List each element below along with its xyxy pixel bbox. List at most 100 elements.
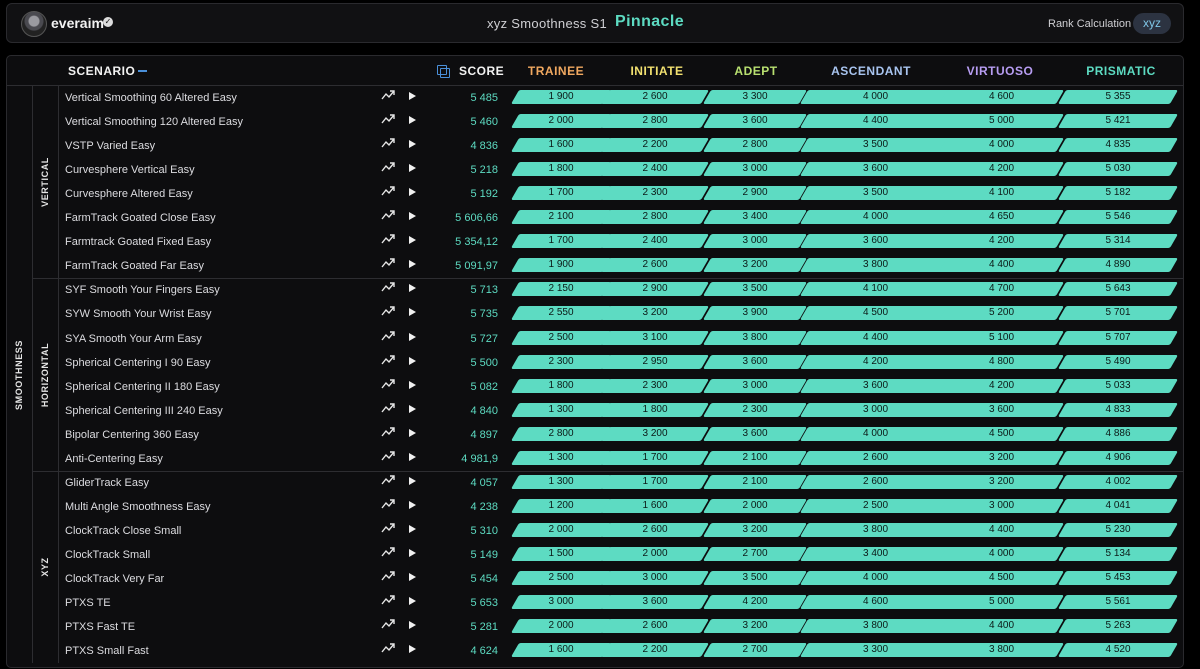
trend-icon[interactable] xyxy=(381,112,395,126)
table-row[interactable]: GliderTrack Easy 4 057 1 300 1 700 2 100 2 60… xyxy=(7,471,1183,495)
trend-icon[interactable] xyxy=(381,304,395,318)
scenario-name[interactable]: SYF Smooth Your Fingers Easy xyxy=(65,284,220,296)
trend-icon[interactable] xyxy=(381,88,395,102)
trend-icon[interactable] xyxy=(381,593,395,607)
table-row[interactable]: PTXS Small Fast 4 624 1 600 2 200 2 700 3 300… xyxy=(7,639,1183,663)
table-row[interactable]: PTXS TE 5 653 3 000 3 600 4 200 4 600 5 000 5 5… xyxy=(7,591,1183,615)
table-row[interactable]: Curvesphere Vertical Easy 5 218 1 800 2 400… xyxy=(7,158,1183,182)
play-icon[interactable] xyxy=(409,284,416,293)
play-icon[interactable] xyxy=(409,116,416,125)
play-icon[interactable] xyxy=(409,597,416,606)
scenario-name[interactable]: Curvesphere Altered Easy xyxy=(65,188,193,200)
scenario-name[interactable]: VSTP Varied Easy xyxy=(65,140,155,152)
trend-icon[interactable] xyxy=(381,617,395,631)
scenario-name[interactable]: FarmTrack Goated Far Easy xyxy=(65,260,204,272)
table-row[interactable]: ClockTrack Small 5 149 1 500 2 000 2 700 3 40… xyxy=(7,543,1183,567)
table-row[interactable]: Multi Angle Smoothness Easy 4 238 1 200 1 6… xyxy=(7,495,1183,519)
play-icon[interactable] xyxy=(409,356,416,365)
play-icon[interactable] xyxy=(409,380,416,389)
trend-icon[interactable] xyxy=(381,641,395,655)
trend-icon[interactable] xyxy=(381,569,395,583)
play-icon[interactable] xyxy=(409,548,416,557)
scenario-name[interactable]: Vertical Smoothing 120 Altered Easy xyxy=(65,116,243,128)
table-row[interactable]: Curvesphere Altered Easy 5 192 1 700 2 300 2… xyxy=(7,182,1183,206)
table-row[interactable]: ClockTrack Very Far 5 454 2 500 3 000 3 500 4… xyxy=(7,567,1183,591)
trend-icon[interactable] xyxy=(381,401,395,415)
trend-icon[interactable] xyxy=(381,160,395,174)
scenario-name[interactable]: ClockTrack Small xyxy=(65,549,150,561)
scenario-name[interactable]: Anti-Centering Easy xyxy=(65,453,163,465)
table-row[interactable]: FarmTrack Goated Close Easy 5 606,66 2 100… xyxy=(7,206,1183,230)
table-row[interactable]: SYF Smooth Your Fingers Easy 5 713 2 150 2 … xyxy=(7,278,1183,302)
play-icon[interactable] xyxy=(409,500,416,509)
scenario-name[interactable]: Farmtrack Goated Fixed Easy xyxy=(65,236,211,248)
trend-icon[interactable] xyxy=(381,329,395,343)
scenario-header[interactable]: SCENARIO xyxy=(68,64,135,78)
play-icon[interactable] xyxy=(409,428,416,437)
scenario-name[interactable]: Vertical Smoothing 60 Altered Easy xyxy=(65,92,237,104)
scenario-name[interactable]: SYA Smooth Your Arm Easy xyxy=(65,333,202,345)
table-row[interactable]: FarmTrack Goated Far Easy 5 091,97 1 900 2 … xyxy=(7,254,1183,278)
table-row[interactable]: Bipolar Centering 360 Easy 4 897 2 800 3 20… xyxy=(7,423,1183,447)
trend-icon[interactable] xyxy=(381,280,395,294)
play-icon[interactable] xyxy=(409,452,416,461)
rank-calculation-toggle[interactable]: xyz xyxy=(1133,13,1171,34)
table-row[interactable]: Vertical Smoothing 60 Altered Easy 5 485 1… xyxy=(7,86,1183,110)
play-icon[interactable] xyxy=(409,308,416,317)
scenario-name[interactable]: Spherical Centering I 90 Easy xyxy=(65,357,211,369)
play-icon[interactable] xyxy=(409,92,416,100)
trend-icon[interactable] xyxy=(381,136,395,150)
table-row[interactable]: Spherical Centering III 240 Easy 4 840 1 3… xyxy=(7,399,1183,423)
play-icon[interactable] xyxy=(409,260,416,269)
scenario-name[interactable]: Spherical Centering II 180 Easy xyxy=(65,381,220,393)
copy-icon[interactable] xyxy=(437,65,450,78)
trend-icon[interactable] xyxy=(381,545,395,559)
trend-icon[interactable] xyxy=(381,449,395,463)
trend-icon[interactable] xyxy=(381,473,395,487)
scenario-name[interactable]: FarmTrack Goated Close Easy xyxy=(65,212,216,224)
scenario-name[interactable]: Bipolar Centering 360 Easy xyxy=(65,429,199,441)
scenario-name[interactable]: PTXS Small Fast xyxy=(65,645,149,657)
play-icon[interactable] xyxy=(409,332,416,341)
avatar[interactable] xyxy=(21,11,47,37)
trend-icon[interactable] xyxy=(381,353,395,367)
table-row[interactable]: SYA Smooth Your Arm Easy 5 727 2 500 3 100 3… xyxy=(7,327,1183,351)
scenario-name[interactable]: GliderTrack Easy xyxy=(65,477,149,489)
play-icon[interactable] xyxy=(409,573,416,581)
scenario-name[interactable]: ClockTrack Very Far xyxy=(65,573,164,585)
trend-icon[interactable] xyxy=(381,184,395,198)
collapse-icon[interactable] xyxy=(138,70,147,72)
trend-icon[interactable] xyxy=(381,208,395,222)
scenario-name[interactable]: Multi Angle Smoothness Easy xyxy=(65,501,211,513)
play-icon[interactable] xyxy=(409,236,416,245)
table-row[interactable]: Anti-Centering Easy 4 981,9 1 300 1 700 2 10… xyxy=(7,447,1183,471)
scenario-name[interactable]: SYW Smooth Your Wrist Easy xyxy=(65,308,212,320)
play-icon[interactable] xyxy=(409,645,416,654)
trend-icon[interactable] xyxy=(381,425,395,439)
scenario-name[interactable]: Curvesphere Vertical Easy xyxy=(65,164,195,176)
play-icon[interactable] xyxy=(409,164,416,173)
scenario-name[interactable]: PTXS Fast TE xyxy=(65,621,135,633)
play-icon[interactable] xyxy=(409,476,416,485)
play-icon[interactable] xyxy=(409,188,416,197)
table-row[interactable]: Farmtrack Goated Fixed Easy 5 354,12 1 700… xyxy=(7,230,1183,254)
table-row[interactable]: ClockTrack Close Small 5 310 2 000 2 600 3 2… xyxy=(7,519,1183,543)
table-row[interactable]: Spherical Centering I 90 Easy 5 500 2 300 2… xyxy=(7,351,1183,375)
trend-icon[interactable] xyxy=(381,232,395,246)
trend-icon[interactable] xyxy=(381,377,395,391)
table-row[interactable]: PTXS Fast TE 5 281 2 000 2 600 3 200 3 800 4 4… xyxy=(7,615,1183,639)
play-icon[interactable] xyxy=(409,212,416,221)
scenario-name[interactable]: Spherical Centering III 240 Easy xyxy=(65,405,223,417)
trend-icon[interactable] xyxy=(381,256,395,270)
scenario-name[interactable]: ClockTrack Close Small xyxy=(65,525,181,537)
trend-icon[interactable] xyxy=(381,521,395,535)
play-icon[interactable] xyxy=(409,524,416,533)
play-icon[interactable] xyxy=(409,140,416,149)
table-row[interactable]: Vertical Smoothing 120 Altered Easy 5 460… xyxy=(7,110,1183,134)
table-row[interactable]: VSTP Varied Easy 4 836 1 600 2 200 2 800 3 50… xyxy=(7,134,1183,158)
username[interactable]: everaim xyxy=(51,15,104,31)
play-icon[interactable] xyxy=(409,404,416,413)
trend-icon[interactable] xyxy=(381,497,395,511)
play-icon[interactable] xyxy=(409,621,416,630)
table-row[interactable]: SYW Smooth Your Wrist Easy 5 735 2 550 3 20… xyxy=(7,302,1183,326)
